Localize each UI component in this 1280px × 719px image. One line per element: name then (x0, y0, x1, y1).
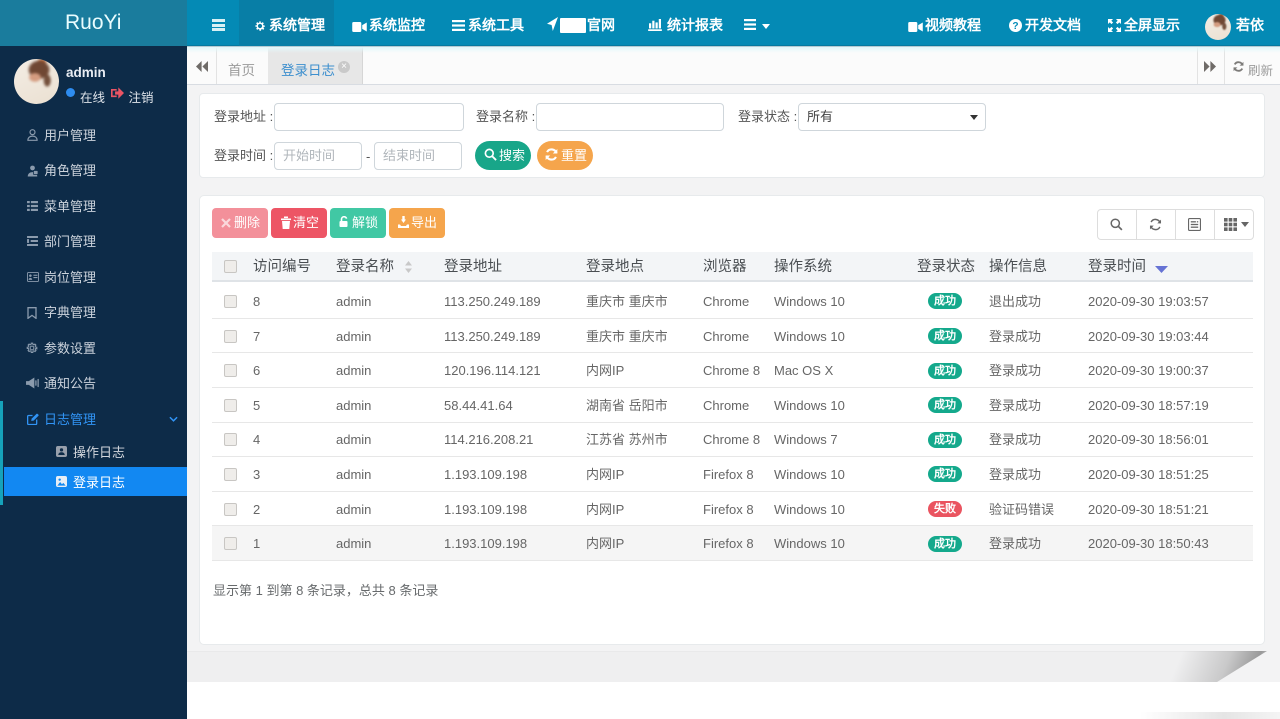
svg-text:?: ? (1012, 21, 1018, 32)
